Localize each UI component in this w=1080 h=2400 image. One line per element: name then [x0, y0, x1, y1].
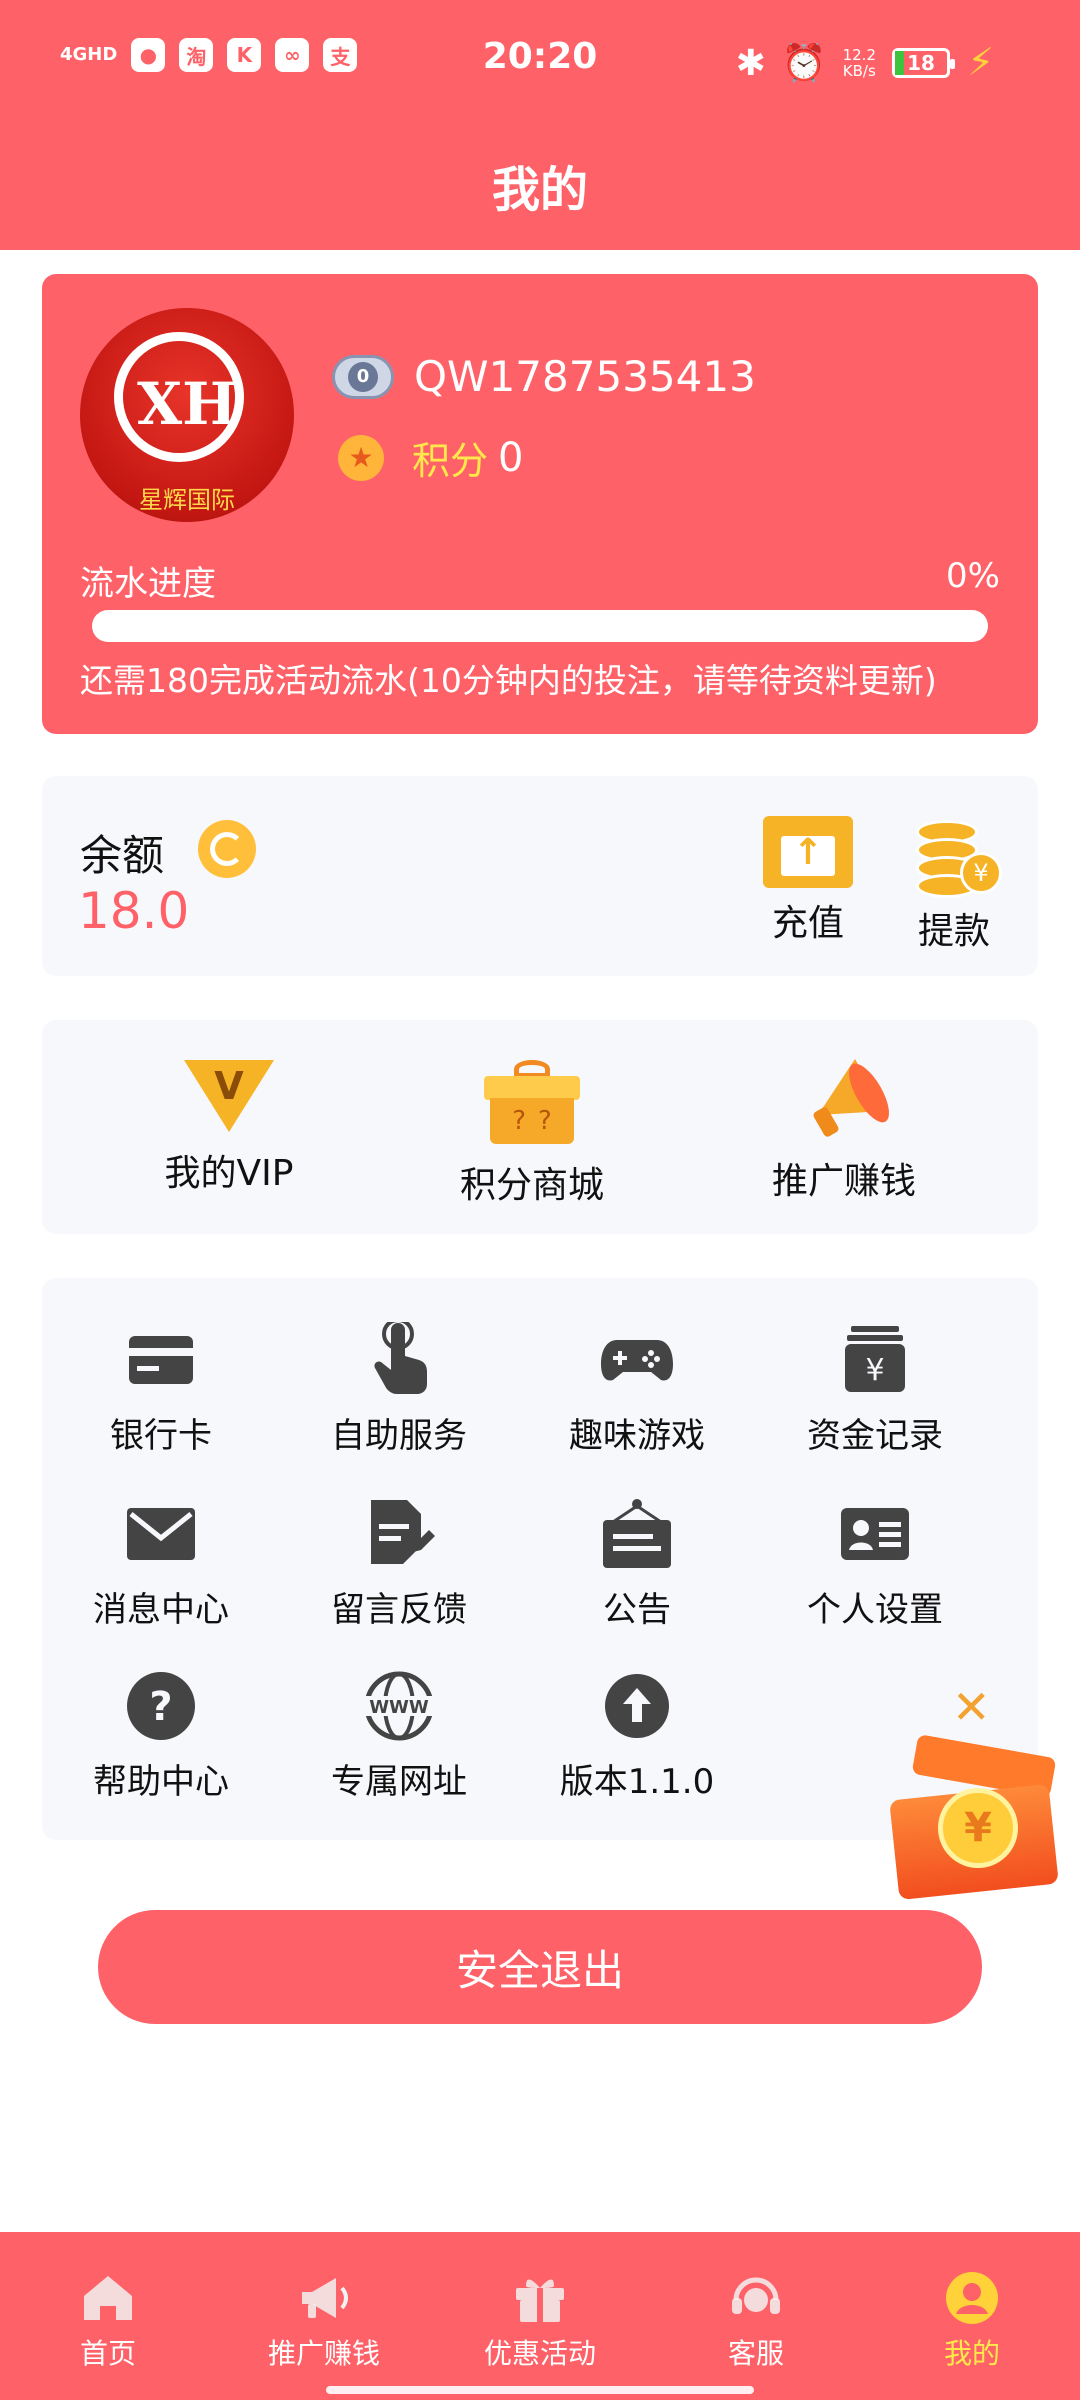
close-icon[interactable]: ✕ — [952, 1680, 991, 1734]
svg-text:WWW: WWW — [369, 1697, 429, 1718]
progress-percent: 0% — [946, 556, 1000, 596]
withdraw-button[interactable]: ¥ 提款 — [894, 816, 1014, 954]
vip-label: 我的VIP — [164, 1153, 294, 1194]
avatar-monogram: XH — [137, 370, 237, 438]
alarm-icon: ⏰ — [781, 43, 827, 84]
gift-box-icon: ?? — [484, 1060, 580, 1144]
coins-icon: ¥ — [914, 816, 1002, 898]
bank-card-icon — [123, 1322, 199, 1398]
menu-item-fund-records[interactable]: ¥ 资金记录 — [756, 1322, 994, 1457]
money-record-icon: ¥ — [837, 1322, 913, 1398]
withdraw-label: 提款 — [917, 911, 990, 952]
menu-item-self-service[interactable]: 自助服务 — [280, 1322, 518, 1457]
progress-label: 流水进度 — [80, 564, 216, 604]
avatar-banner: 星辉国际 — [139, 486, 235, 514]
menu-item-exclusive-url[interactable]: WWW 专属网址 — [280, 1668, 518, 1803]
battery-icon: 18 — [892, 48, 955, 78]
recharge-label: 充值 — [771, 903, 844, 944]
gamepad-icon — [599, 1322, 675, 1398]
avatar[interactable]: XH 星辉国际 — [80, 308, 294, 522]
help-icon: ? — [123, 1668, 199, 1744]
menu-item-messages[interactable]: 消息中心 — [42, 1496, 280, 1631]
menu-item-announcements[interactable]: 公告 — [518, 1496, 756, 1631]
battery-fill — [895, 51, 905, 75]
refresh-icon[interactable] — [198, 820, 256, 878]
svg-text:?: ? — [149, 1684, 172, 1730]
bottom-tab-bar: 首页 推广赚钱 优惠活动 客服 我的 — [0, 2232, 1080, 2400]
points-value: 0 — [498, 434, 524, 481]
svg-text:¥: ¥ — [865, 1353, 884, 1388]
feedback-icon — [361, 1496, 437, 1572]
home-icon — [78, 2268, 138, 2328]
tab-customer-service[interactable]: 客服 — [648, 2268, 864, 2372]
menu-item-help-center[interactable]: ? 帮助中心 — [42, 1668, 280, 1803]
gift-icon — [510, 2268, 570, 2328]
star-icon: ★ — [338, 434, 384, 481]
megaphone-icon — [294, 2268, 354, 2328]
menu-item-personal-settings[interactable]: 个人设置 — [756, 1496, 994, 1631]
username: QW1787535413 — [414, 352, 756, 401]
status-bar: 4GHD ● 淘 K ∞ 支 20:20 ✱ ⏰ 12.2 KB/s 18 ⚡ — [0, 28, 1080, 92]
tab-promote[interactable]: 推广赚钱 — [216, 2268, 432, 2372]
home-indicator[interactable] — [326, 2386, 754, 2394]
progress-bar — [92, 610, 988, 642]
menu-item-fun-games[interactable]: 趣味游戏 — [518, 1322, 756, 1457]
user-icon — [942, 2268, 1002, 2328]
bluetooth-icon: ✱ — [735, 42, 766, 84]
points-mall-label: 积分商城 — [459, 1165, 604, 1206]
quick-actions-card: V 我的VIP ?? 积分商城 推广赚钱 — [42, 1020, 1038, 1234]
envelope-icon — [123, 1496, 199, 1572]
username-row: 0 QW1787535413 — [332, 352, 756, 401]
www-globe-icon: WWW — [361, 1668, 437, 1744]
tab-home[interactable]: 首页 — [0, 2268, 216, 2372]
atm-icon — [763, 816, 853, 888]
tab-mine[interactable]: 我的 — [864, 2268, 1080, 2372]
balance-value: 18.0 — [78, 882, 190, 940]
menu-item-bank-card[interactable]: 银行卡 — [42, 1322, 280, 1457]
points-label: 积分 — [412, 439, 489, 483]
balance-card: 余额 18.0 充值 ¥ 提款 — [42, 776, 1038, 976]
headset-icon — [726, 2268, 786, 2328]
progress-note: 还需180完成活动流水(10分钟内的投注，请等待资料更新) — [80, 661, 937, 700]
network-speed: 12.2 KB/s — [842, 46, 876, 80]
menu-item-feedback[interactable]: 留言反馈 — [280, 1496, 518, 1631]
notice-board-icon — [599, 1496, 675, 1572]
megaphone-icon — [798, 1057, 897, 1141]
battery-level: 18 — [907, 51, 935, 75]
floating-gift-icon[interactable]: ¥ — [884, 1734, 1070, 1908]
vip-diamond-icon: V — [184, 1060, 274, 1132]
header-bar: 4GHD ● 淘 K ∞ 支 20:20 ✱ ⏰ 12.2 KB/s 18 ⚡ … — [0, 0, 1080, 250]
balance-label: 余额 — [80, 831, 165, 880]
level-medal-icon: 0 — [332, 354, 394, 399]
hand-pointer-icon — [361, 1322, 437, 1398]
profile-card: XH 星辉国际 0 QW1787535413 ★ 积分 0 流水进度 0% 还需… — [42, 274, 1038, 734]
promote-earn-label: 推广赚钱 — [771, 1161, 916, 1202]
promote-earn-button[interactable]: 推广赚钱 — [724, 1057, 964, 1204]
menu-item-version[interactable]: 版本1.1.0 — [518, 1668, 756, 1803]
points-row: ★ 积分 0 — [338, 430, 523, 485]
vip-button[interactable]: V 我的VIP — [109, 1060, 349, 1196]
charging-bolt-icon: ⚡ — [967, 40, 994, 84]
logout-button[interactable]: 安全退出 — [98, 1910, 982, 2024]
page-title: 我的 — [491, 162, 588, 218]
tab-promotions[interactable]: 优惠活动 — [432, 2268, 648, 2372]
points-mall-button[interactable]: ?? 积分商城 — [412, 1060, 652, 1208]
status-right: ✱ ⏰ 12.2 KB/s 18 — [735, 42, 955, 84]
id-card-icon — [837, 1496, 913, 1572]
upload-arrow-icon — [599, 1668, 675, 1744]
recharge-button[interactable]: 充值 — [748, 816, 868, 946]
